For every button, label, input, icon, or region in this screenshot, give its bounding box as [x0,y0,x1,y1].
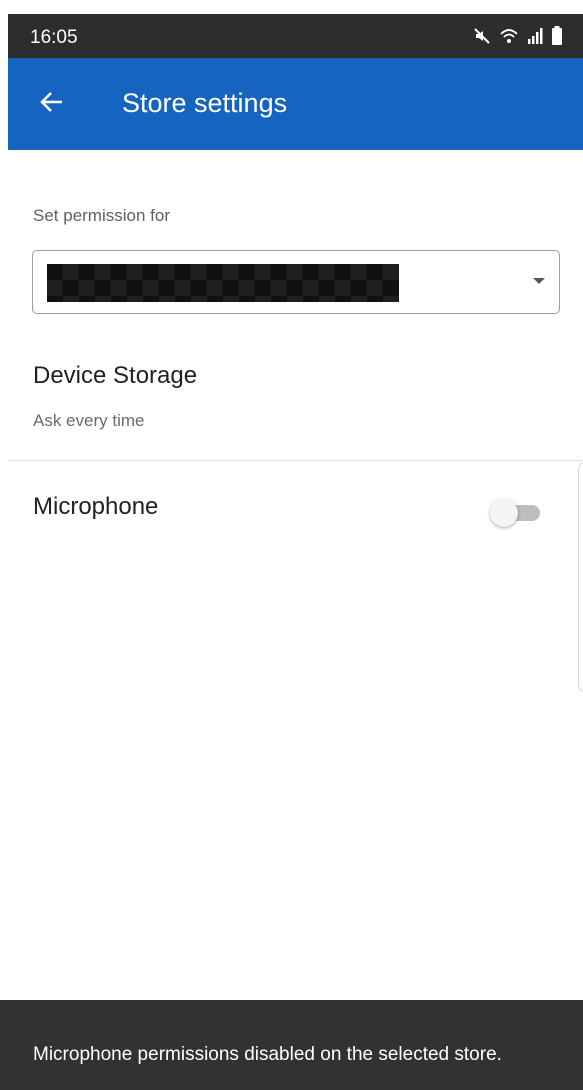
screen: 16:05 Store settings Set permission for … [0,0,583,1090]
mute-icon [473,27,491,50]
status-icons [473,26,563,51]
store-dropdown[interactable] [32,250,560,314]
device-storage-title: Device Storage [33,362,198,389]
microphone-setting: Microphone [0,461,583,561]
status-time: 16:05 [30,27,78,48]
set-permission-label: Set permission for [33,206,170,225]
signal-icon [527,27,543,50]
back-button[interactable] [34,86,70,122]
microphone-title: Microphone [33,493,159,520]
page-title: Store settings [122,88,288,118]
edge-panel-handle[interactable] [578,462,583,692]
battery-icon [551,26,563,51]
toggle-thumb [490,499,518,527]
dropdown-arrow-icon [533,278,545,284]
snackbar-message: Microphone permissions disabled on the s… [33,1044,502,1065]
arrow-back-icon [38,88,66,121]
device-storage-setting[interactable]: Device Storage Ask every time [0,350,583,460]
device-storage-value: Ask every time [33,411,145,430]
microphone-toggle[interactable] [490,499,546,527]
app-bar: Store settings [8,58,583,150]
status-bar: 16:05 [8,14,583,58]
redacted-store-name [47,264,399,302]
snackbar: Microphone permissions disabled on the s… [0,1000,583,1090]
wifi-icon [499,27,519,50]
top-edge [0,0,583,14]
